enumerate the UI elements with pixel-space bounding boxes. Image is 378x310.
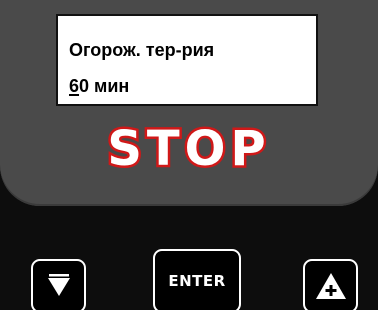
triangle-down-icon <box>47 274 70 296</box>
display-panel: Огорож. тер-рия 60 мин STOP <box>0 0 378 206</box>
lcd-screen: Огорож. тер-рия 60 мин <box>56 14 318 106</box>
cursor-digit: 6 <box>69 76 80 96</box>
lcd-line-2: 60 мин <box>69 76 129 97</box>
stop-status-text: STOP <box>105 119 271 180</box>
up-button[interactable] <box>303 259 358 310</box>
controller-device: Огорож. тер-рия 60 мин STOP ENTER <box>0 0 378 310</box>
enter-button-label: ENTER <box>168 272 226 290</box>
down-button[interactable] <box>31 259 86 310</box>
lcd-line-2-value: 0 мин <box>79 76 130 96</box>
enter-button[interactable]: ENTER <box>153 249 241 310</box>
triangle-up-plus-icon <box>315 273 346 299</box>
lcd-line-1: Огорож. тер-рия <box>69 40 215 60</box>
